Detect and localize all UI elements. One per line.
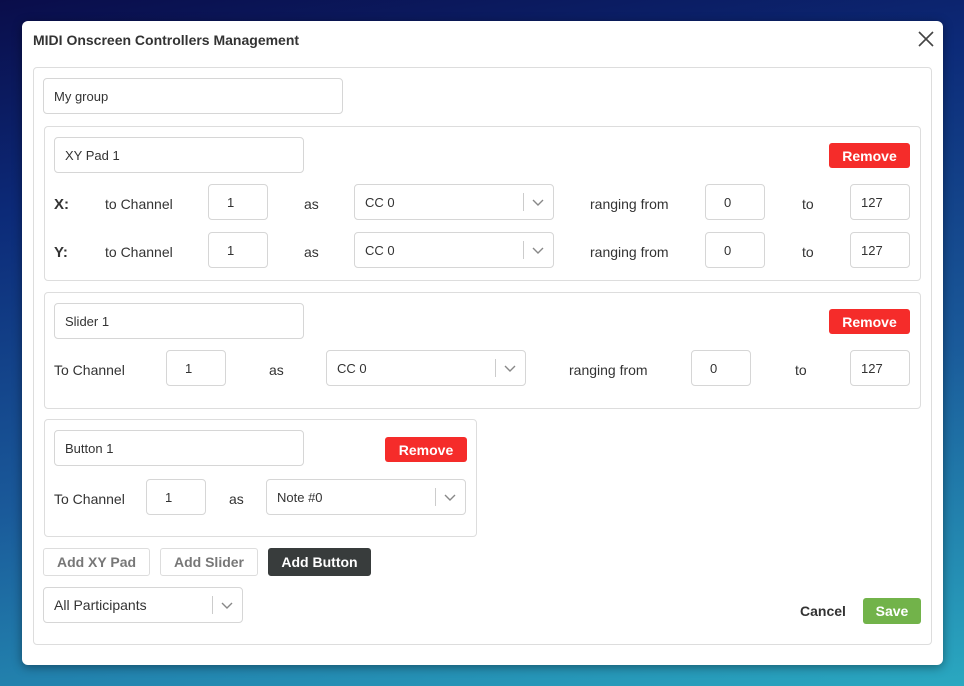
channel-input[interactable]: 1: [208, 184, 268, 220]
slider-max-input[interactable]: 127: [850, 350, 910, 386]
slider-remove-button[interactable]: Remove: [829, 309, 910, 334]
button-name-input[interactable]: Button 1: [54, 430, 304, 466]
chevron-down-icon: [444, 494, 456, 501]
channel-input[interactable]: 1: [208, 232, 268, 268]
message-value: CC 0: [365, 194, 395, 210]
xy-pad-remove-button[interactable]: Remove: [829, 143, 910, 168]
slider-to-label: to: [795, 362, 807, 378]
to-label: to: [802, 196, 814, 212]
xy-pad-name-input[interactable]: XY Pad 1: [54, 137, 304, 173]
close-icon[interactable]: [916, 29, 936, 49]
message-select[interactable]: CC 0: [354, 232, 554, 268]
slider-min-input[interactable]: 0: [691, 350, 751, 386]
slider-to-channel-label: To Channel: [54, 362, 125, 378]
axis-label: Y:: [54, 244, 68, 261]
chevron-down-icon: [504, 365, 516, 372]
min-input[interactable]: 0: [705, 232, 765, 268]
to-label: to: [802, 244, 814, 260]
ranging-label: ranging from: [590, 244, 669, 260]
slider-channel-input[interactable]: 1: [166, 350, 226, 386]
button-message-select[interactable]: Note #0: [266, 479, 466, 515]
message-select[interactable]: CC 0: [354, 184, 554, 220]
participants-value: All Participants: [54, 597, 147, 613]
button-remove-button[interactable]: Remove: [385, 437, 467, 462]
group-name-input[interactable]: My group: [43, 78, 343, 114]
add-slider-button[interactable]: Add Slider: [160, 548, 258, 576]
button-message-value: Note #0: [277, 489, 323, 505]
message-value: CC 0: [365, 242, 395, 258]
max-input[interactable]: 127: [850, 232, 910, 268]
button-channel-input[interactable]: 1: [146, 479, 206, 515]
slider-as-label: as: [269, 362, 284, 378]
chevron-down-icon: [532, 199, 544, 206]
chevron-down-icon: [532, 247, 544, 254]
add-xy-pad-button[interactable]: Add XY Pad: [43, 548, 150, 576]
button-to-channel-label: To Channel: [54, 491, 125, 507]
to-channel-label: to Channel: [105, 244, 173, 260]
slider-ranging-label: ranging from: [569, 362, 648, 378]
slider-message-value: CC 0: [337, 360, 367, 376]
save-button[interactable]: Save: [863, 598, 921, 624]
slider-name-input[interactable]: Slider 1: [54, 303, 304, 339]
to-channel-label: to Channel: [105, 196, 173, 212]
participants-select[interactable]: All Participants: [43, 587, 243, 623]
dialog-title: MIDI Onscreen Controllers Management: [33, 32, 300, 48]
axis-label: X:: [54, 196, 69, 213]
min-input[interactable]: 0: [705, 184, 765, 220]
as-label: as: [304, 244, 319, 260]
cancel-button[interactable]: Cancel: [800, 603, 846, 619]
as-label: as: [304, 196, 319, 212]
add-button-button[interactable]: Add Button: [268, 548, 371, 576]
button-as-label: as: [229, 491, 244, 507]
ranging-label: ranging from: [590, 196, 669, 212]
max-input[interactable]: 127: [850, 184, 910, 220]
chevron-down-icon: [221, 602, 233, 609]
slider-message-select[interactable]: CC 0: [326, 350, 526, 386]
